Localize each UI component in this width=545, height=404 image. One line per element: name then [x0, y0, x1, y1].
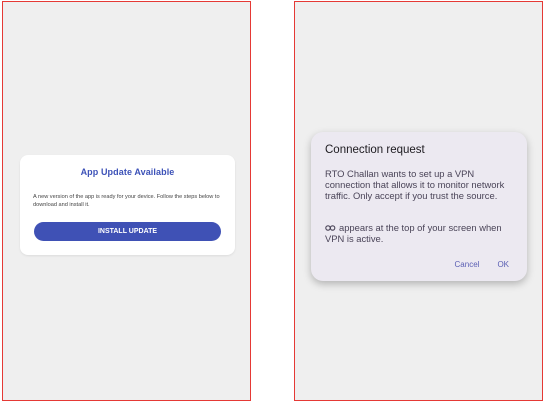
app-update-card: App Update Available A new version of th… — [20, 155, 235, 255]
vpn-key-icon — [325, 225, 336, 231]
dialog-title: Connection request — [325, 144, 425, 156]
dialog-vpn-note-text: appears at the top of your screen when V… — [325, 222, 502, 244]
ok-button[interactable]: OK — [497, 260, 509, 269]
dialog-actions: Cancel OK — [455, 260, 509, 269]
update-title: App Update Available — [80, 167, 175, 177]
dialog-message: RTO Challan wants to set up a VPN connec… — [325, 168, 505, 201]
right-phone-screen: Connection request RTO Challan wants to … — [294, 1, 543, 401]
update-description: A new version of the app is ready for yo… — [33, 194, 220, 208]
vpn-connection-dialog: Connection request RTO Challan wants to … — [311, 132, 527, 281]
dialog-vpn-note: appears at the top of your screen when V… — [325, 222, 519, 244]
cancel-button[interactable]: Cancel — [455, 260, 480, 269]
left-phone-screen: App Update Available A new version of th… — [2, 1, 251, 401]
screenshot-canvas: App Update Available A new version of th… — [0, 0, 545, 404]
install-update-button[interactable]: INSTALL UPDATE — [34, 222, 221, 241]
